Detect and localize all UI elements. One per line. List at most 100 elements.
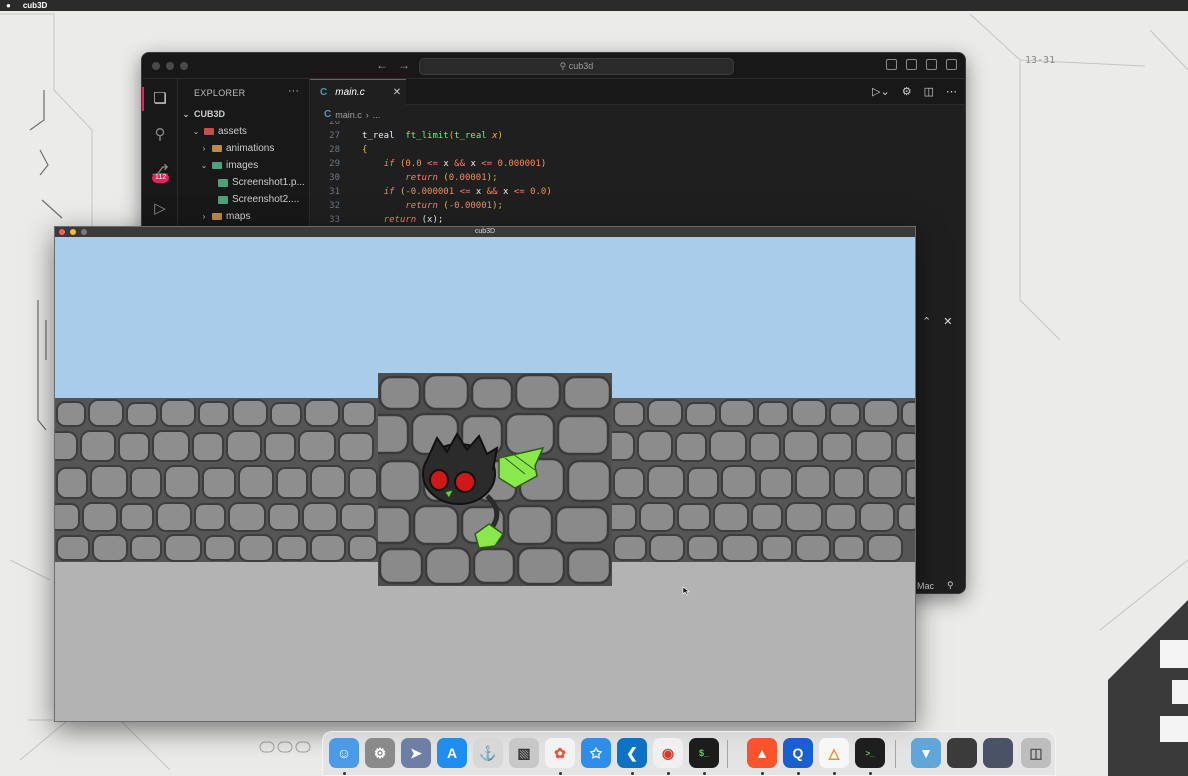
zoom-window-button[interactable] xyxy=(81,229,87,235)
image-file-icon xyxy=(218,195,228,204)
stone-wall-left xyxy=(55,398,378,562)
dock-window-1-icon[interactable] xyxy=(947,738,977,768)
close-panel-icon[interactable]: ✕ xyxy=(943,315,952,328)
dock-chrome-icon[interactable]: ◉ xyxy=(653,738,683,768)
source-control-badge: 112 xyxy=(152,173,170,183)
explorer-files-icon[interactable]: ❏ xyxy=(150,89,170,109)
dock-terminal-icon[interactable]: $_ xyxy=(689,738,719,768)
code-token: if xyxy=(383,187,395,197)
search-icon[interactable]: ⚲ xyxy=(150,125,170,145)
history-navigation: ← → xyxy=(376,58,410,72)
tree-root-cub3d[interactable]: ⌄ CUB3D xyxy=(182,106,225,123)
explorer-more-button[interactable]: ··· xyxy=(288,85,299,97)
line-number: 27 xyxy=(329,131,340,141)
line-number: 32 xyxy=(329,201,340,211)
line-number: 30 xyxy=(329,173,340,183)
code-token: ) xyxy=(540,159,547,169)
dock-brave-icon[interactable]: ▲ xyxy=(747,738,777,768)
breadcrumb-symbol[interactable]: ... xyxy=(373,110,381,120)
running-indicator xyxy=(667,772,670,775)
dock-terminal2-icon[interactable]: >_ xyxy=(855,738,885,768)
running-indicator xyxy=(833,772,836,775)
tree-item-animations[interactable]: › animations xyxy=(200,140,275,157)
code-token: ( xyxy=(394,187,406,197)
close-tab-icon[interactable]: ✕ xyxy=(393,87,401,98)
code-line: 26 xyxy=(310,121,552,129)
dock-photos-icon[interactable]: ✿ xyxy=(545,738,575,768)
customize-layout-icon[interactable] xyxy=(946,59,957,70)
creature-sprite xyxy=(422,432,545,549)
dock-downloads-icon[interactable]: ▼ xyxy=(911,738,941,768)
active-app-name[interactable]: cub3D xyxy=(23,0,47,11)
code-editor[interactable]: 26 27 t_real ft_limit(t_real x) 28{ 29 if… xyxy=(310,121,552,227)
running-indicator xyxy=(559,772,562,775)
tree-item-screenshot1[interactable]: Screenshot1.p... xyxy=(218,174,305,191)
dock-launchpad-icon[interactable]: ➤ xyxy=(401,738,431,768)
maximize-panel-icon[interactable]: ⌃ xyxy=(922,315,931,328)
minimize-window-button[interactable] xyxy=(70,229,76,235)
game-window-title: cub3D xyxy=(474,228,496,235)
tab-main-c[interactable]: C main.c ✕ xyxy=(310,79,406,105)
dock-safari-icon[interactable]: ✩ xyxy=(581,738,611,768)
code-token: t_real xyxy=(454,131,487,141)
gear-icon[interactable]: ⚙ xyxy=(902,85,912,98)
forward-arrow-icon[interactable]: → xyxy=(398,58,410,72)
close-window-button[interactable] xyxy=(152,62,160,70)
code-token: return xyxy=(383,215,417,225)
toggle-panel-icon[interactable] xyxy=(906,59,917,70)
dock-window-2-icon[interactable] xyxy=(983,738,1013,768)
breadcrumb-file[interactable]: main.c xyxy=(335,110,362,120)
folder-icon xyxy=(212,213,222,220)
code-token: ) xyxy=(546,187,552,197)
code-token: -0.00001 xyxy=(448,201,493,211)
cub3d-game-window: cub3D xyxy=(54,226,916,722)
tree-item-screenshot2[interactable]: Screenshot2.... xyxy=(218,191,299,208)
wallpaper-code-text: 13-31 xyxy=(1025,55,1056,66)
toggle-sidebar-icon[interactable] xyxy=(886,59,897,70)
dock-preview-icon[interactable]: ▧ xyxy=(509,738,539,768)
dock-quicktime-icon[interactable]: Q xyxy=(783,738,813,768)
line-number: 26 xyxy=(329,121,340,127)
dock-vlc-icon[interactable]: △ xyxy=(819,738,849,768)
dock-app-store-icon[interactable]: A xyxy=(437,738,467,768)
image-file-icon xyxy=(218,178,228,187)
tree-item-label: images xyxy=(226,160,259,171)
minimize-window-button[interactable] xyxy=(166,62,174,70)
dock-vscode-icon[interactable]: ❮ xyxy=(617,738,647,768)
c-file-icon: C xyxy=(324,109,332,120)
code-token: (x); xyxy=(416,215,444,225)
dock-system-settings-icon[interactable]: ⚙ xyxy=(365,738,395,768)
split-editor-icon[interactable]: ◫ xyxy=(924,85,934,98)
notifications-bell-icon[interactable]: ⚲ xyxy=(947,580,954,591)
command-center-search[interactable]: ⚲ cub3d xyxy=(419,58,734,75)
dock-separator xyxy=(895,740,896,768)
tree-item-label: assets xyxy=(218,126,247,137)
chevron-down-icon: ⌄ xyxy=(182,110,190,119)
code-token: -0.000001 xyxy=(405,187,455,197)
close-window-button[interactable] xyxy=(59,229,65,235)
breadcrumb: C main.c › ... xyxy=(324,109,380,120)
status-bar-text[interactable]: Mac xyxy=(917,581,934,591)
code-token: 0.000001 xyxy=(497,159,541,169)
apple-menu-icon[interactable]: ● xyxy=(6,0,11,11)
tree-item-images[interactable]: ⌄ images xyxy=(200,157,259,174)
back-arrow-icon[interactable]: ← xyxy=(376,58,388,72)
tree-item-assets[interactable]: ⌄ assets xyxy=(192,123,247,140)
code-token: ft_limit xyxy=(405,131,449,141)
window-controls xyxy=(59,229,87,235)
code-line: 31 if (-0.000001 <= x && x <= 0.0) xyxy=(310,185,552,199)
running-indicator xyxy=(797,772,800,775)
menu-bar: ● cub3D xyxy=(0,0,1188,11)
zoom-window-button[interactable] xyxy=(180,62,188,70)
toggle-secondary-sidebar-icon[interactable] xyxy=(926,59,937,70)
run-debug-icon[interactable]: ▷ xyxy=(150,199,170,219)
code-token: <= xyxy=(508,187,531,197)
dock-finder-icon[interactable]: ☺ xyxy=(329,738,359,768)
dock-xcode-icon[interactable]: ⚓ xyxy=(473,738,503,768)
tree-item-maps[interactable]: › maps xyxy=(200,208,251,225)
tab-label: main.c xyxy=(335,87,365,98)
run-icon[interactable]: ▷⌄ xyxy=(872,85,890,98)
more-actions-icon[interactable]: ⋯ xyxy=(946,85,957,98)
dock-trash-icon[interactable]: ◫ xyxy=(1021,738,1051,768)
breadcrumb-separator: › xyxy=(365,109,369,120)
